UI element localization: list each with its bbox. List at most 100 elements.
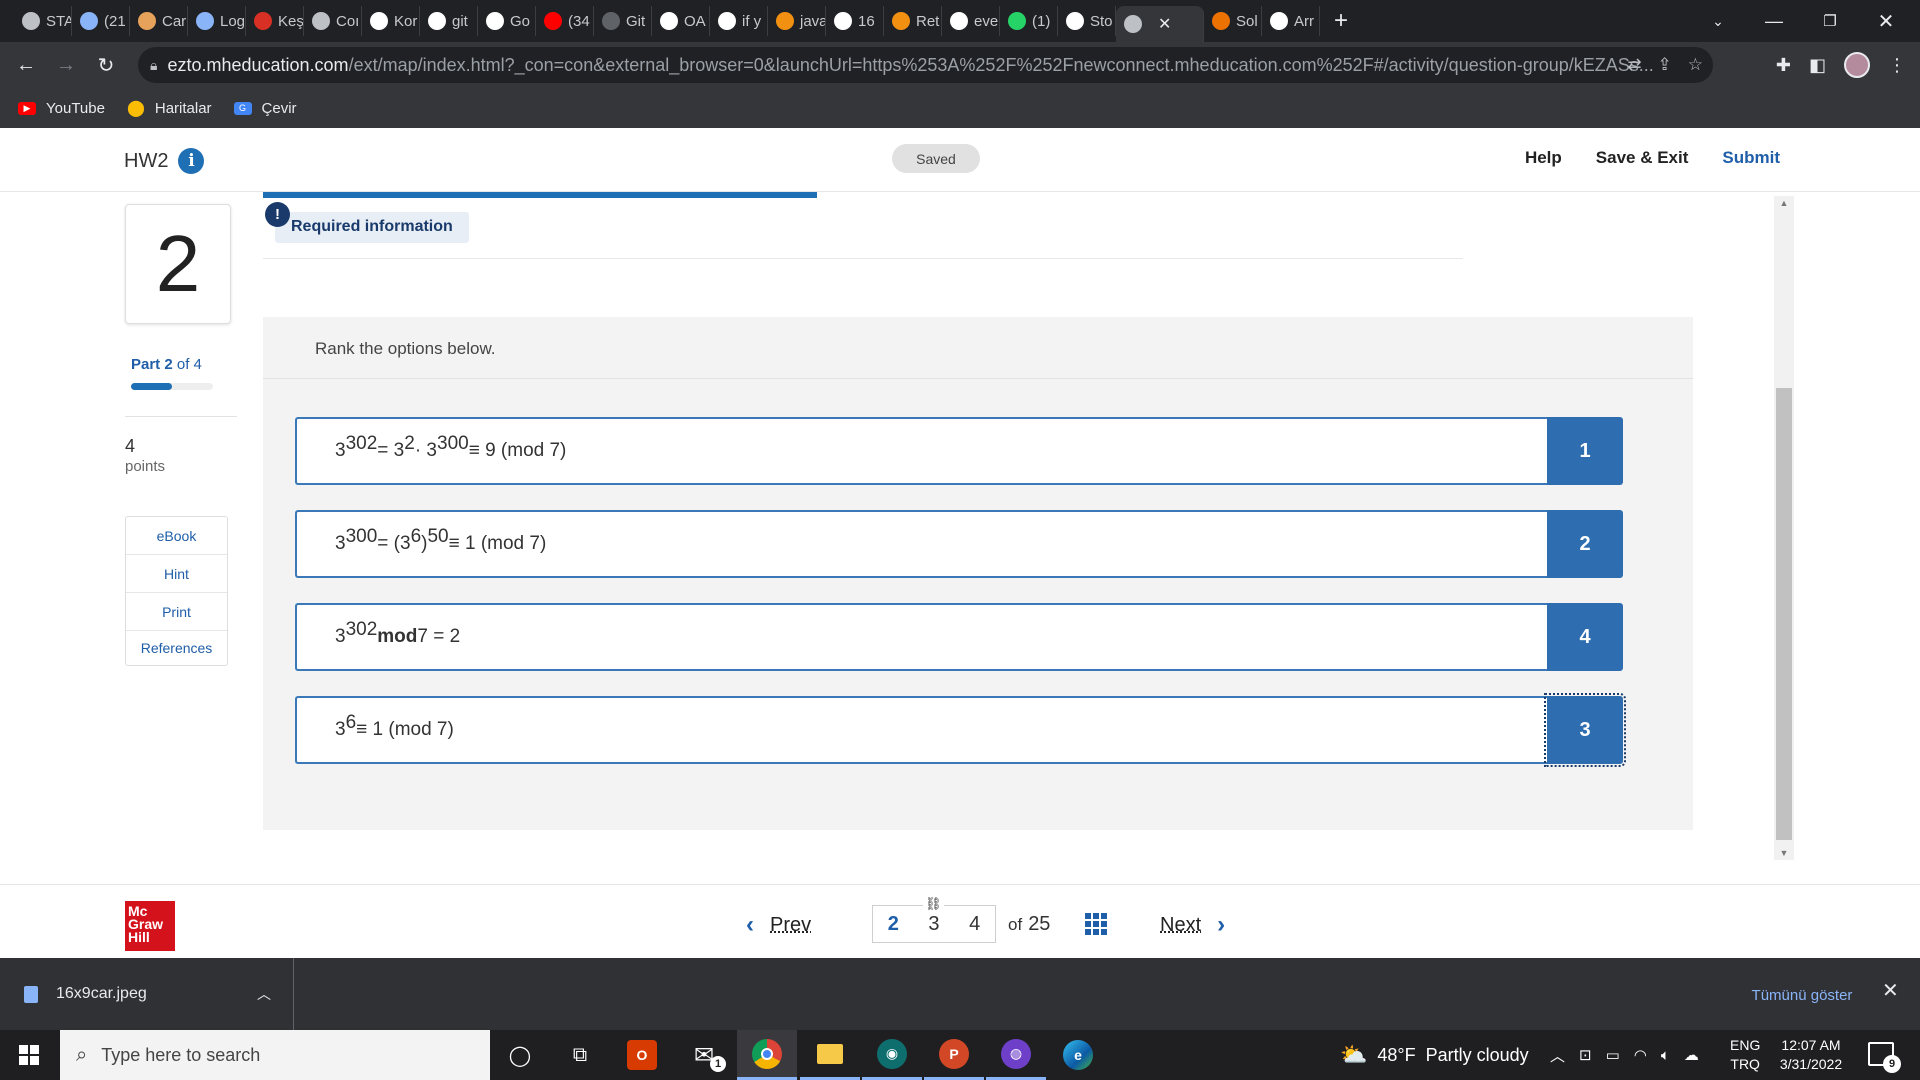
prev-label: Prev xyxy=(770,913,812,936)
browser-tab[interactable]: if y xyxy=(710,6,768,36)
browser-tab[interactable]: Arr xyxy=(1262,6,1320,36)
share-icon[interactable]: ⇪ xyxy=(1658,55,1672,75)
whatsapp-icon xyxy=(1008,12,1026,30)
grid-view-icon[interactable] xyxy=(1085,913,1107,935)
address-bar[interactable]: 🔒︎ ezto.mheducation.com/ext/map/index.ht… xyxy=(138,47,1713,83)
references-button[interactable]: References xyxy=(126,631,227,665)
volume-icon[interactable]: 🔈︎ xyxy=(1661,1047,1670,1064)
close-window-icon[interactable]: ✕ xyxy=(1858,0,1914,42)
powerpoint-icon[interactable]: P xyxy=(924,1030,984,1080)
rank-number-select[interactable]: 4 xyxy=(1547,603,1623,671)
browser-tab[interactable]: STA xyxy=(14,6,72,36)
translate-icon[interactable]: ⇄ xyxy=(1627,55,1641,75)
menu-kebab-icon[interactable]: ⋮ xyxy=(1888,55,1906,76)
scrollbar-thumb[interactable] xyxy=(1776,388,1792,840)
browser-tab[interactable]: git xyxy=(420,6,478,36)
submit-button[interactable]: Submit xyxy=(1722,148,1780,168)
office-icon[interactable]: O xyxy=(612,1030,672,1080)
browser-tab[interactable]: (1) xyxy=(1000,6,1058,36)
save-exit-button[interactable]: Save & Exit xyxy=(1596,148,1689,168)
rank-number-select[interactable]: 2 xyxy=(1547,510,1623,578)
scroll-up-icon[interactable]: ▲ xyxy=(1774,198,1794,208)
page-2[interactable]: 2 xyxy=(888,913,899,936)
browser-tab[interactable]: Kor xyxy=(362,6,420,36)
task-view-icon[interactable]: ⧉ xyxy=(550,1030,610,1080)
start-button[interactable] xyxy=(0,1030,58,1080)
chevron-up-icon[interactable]: ︿ xyxy=(1550,1045,1565,1066)
new-tab-icon[interactable]: + xyxy=(1334,7,1348,35)
print-button[interactable]: Print xyxy=(126,593,227,631)
app-icon[interactable]: ◉ xyxy=(862,1030,922,1080)
next-button[interactable]: Next › xyxy=(1160,911,1225,939)
browser-tab[interactable]: Car xyxy=(130,6,188,36)
vertical-scrollbar[interactable]: ▲ ▼ xyxy=(1774,196,1794,860)
close-icon[interactable]: ✕ xyxy=(1882,978,1899,1003)
chrome-icon[interactable] xyxy=(737,1030,797,1080)
chevron-up-icon[interactable]: ︿ xyxy=(257,984,271,1004)
close-tab-icon[interactable]: ✕ xyxy=(1158,14,1171,34)
weather-widget[interactable]: ⛅ 48°F Partly cloudy xyxy=(1340,1030,1529,1080)
browser-tab[interactable]: ✕ xyxy=(1116,6,1204,42)
tab-label: eve xyxy=(974,12,999,30)
profile-avatar[interactable] xyxy=(1844,52,1870,78)
onedrive-icon[interactable]: ☁ xyxy=(1684,1046,1699,1064)
browser-tab[interactable]: Log xyxy=(188,6,246,36)
extensions-icon[interactable]: ✚ xyxy=(1776,55,1791,76)
rank-item[interactable]: 3 302 mod 7 = 24 xyxy=(295,603,1623,671)
minimize-icon[interactable]: — xyxy=(1746,0,1802,42)
github-desktop-icon[interactable]: ◍ xyxy=(986,1030,1046,1080)
hint-button[interactable]: Hint xyxy=(126,555,227,593)
rank-number-select[interactable]: 1 xyxy=(1547,417,1623,485)
tab-search-icon[interactable]: ⌄ xyxy=(1690,0,1746,42)
browser-tab[interactable]: Sol xyxy=(1204,6,1262,36)
page-3[interactable]: 3 xyxy=(928,913,939,936)
browser-tab[interactable]: OA xyxy=(652,6,710,36)
browser-tab[interactable]: Coı xyxy=(304,6,362,36)
browser-tab[interactable]: (21 xyxy=(72,6,130,36)
clock[interactable]: 12:07 AM 3/31/2022 xyxy=(1774,1036,1848,1074)
browser-tab[interactable]: Ret xyxy=(884,6,942,36)
rank-item[interactable]: 36 ≡ 1 (mod 7) 3 xyxy=(295,693,1626,767)
bookmark-translate[interactable]: G Çevir xyxy=(233,100,297,117)
rank-item[interactable]: 3 300 = (3 6) 50 ≡ 1 (mod 7) 2 xyxy=(295,510,1623,578)
bookmark-youtube[interactable]: ▶ YouTube xyxy=(18,100,105,117)
edge-icon[interactable]: e xyxy=(1048,1030,1108,1080)
side-panel-icon[interactable]: ◧ xyxy=(1809,55,1826,76)
language-indicator[interactable]: ENG TRQ xyxy=(1730,1036,1760,1074)
rank-number-select[interactable]: 3 xyxy=(1544,693,1626,767)
back-icon[interactable]: ← xyxy=(6,54,46,77)
forward-icon[interactable]: → xyxy=(46,54,86,77)
browser-tab[interactable]: eve xyxy=(942,6,1000,36)
download-item[interactable]: 16x9car.jpeg ︿ xyxy=(24,958,294,1030)
browser-tab[interactable]: java xyxy=(768,6,826,36)
ebook-button[interactable]: eBook xyxy=(126,517,227,555)
page-4[interactable]: 4 xyxy=(969,913,980,936)
java-icon xyxy=(892,12,910,30)
browser-tab[interactable]: 16 xyxy=(826,6,884,36)
bookmark-star-icon[interactable]: ☆ xyxy=(1688,55,1703,75)
restore-icon[interactable]: ❐ xyxy=(1802,0,1858,42)
browser-tab[interactable]: (34 xyxy=(536,6,594,36)
taskbar-search[interactable]: ⌕ Type here to search xyxy=(60,1030,490,1080)
file-explorer-icon[interactable] xyxy=(800,1030,860,1080)
reload-icon[interactable]: ↻ xyxy=(86,53,126,78)
browser-tab[interactable]: Keş xyxy=(246,6,304,36)
required-information-toggle[interactable]: ! Required information xyxy=(263,202,469,243)
network-status-icon[interactable]: ⊡ xyxy=(1579,1046,1592,1064)
browser-tab[interactable]: Sto xyxy=(1058,6,1116,36)
cortana-icon[interactable]: ◯ xyxy=(490,1030,550,1080)
show-all-downloads-button[interactable]: Tümünü göster xyxy=(1728,980,1876,1010)
info-icon[interactable]: i xyxy=(178,148,205,174)
browser-tab[interactable]: Git xyxy=(594,6,652,36)
mail-icon[interactable]: ✉ 1 xyxy=(674,1030,734,1080)
rank-item[interactable]: 3 302 = 32 · 3 300 ≡ 9 (mod 7) 1 xyxy=(295,417,1623,485)
rank-item-text: 3 302 mod 7 = 2 xyxy=(295,603,1547,671)
prev-button[interactable]: ‹ Prev xyxy=(746,911,811,939)
scroll-down-icon[interactable]: ▼ xyxy=(1774,848,1794,858)
help-button[interactable]: Help xyxy=(1525,148,1562,168)
notification-center-icon[interactable]: 9 xyxy=(1868,1042,1901,1073)
wifi-icon[interactable]: ◠ xyxy=(1634,1046,1647,1064)
browser-tab[interactable]: Go xyxy=(478,6,536,36)
bookmark-maps[interactable]: ⬤ Haritalar xyxy=(127,98,212,118)
battery-icon[interactable]: ▭ xyxy=(1606,1046,1620,1064)
